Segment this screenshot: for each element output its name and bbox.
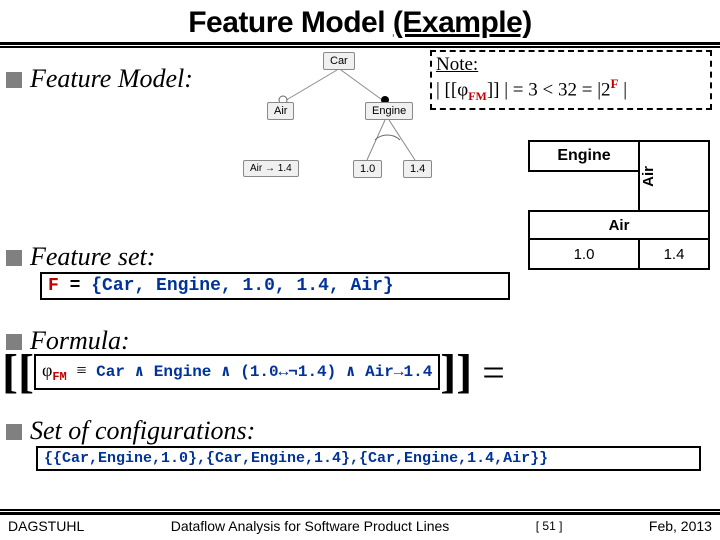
node-engine: Engine <box>365 102 413 120</box>
bracket-close: ]] <box>440 348 472 396</box>
node-constraint: Air → 1.4 <box>243 160 299 177</box>
title-main: Feature Model <box>188 6 393 39</box>
feature-set-box: F = {Car, Engine, 1.0, 1.4, Air} <box>40 272 510 300</box>
node-car: Car <box>323 52 355 70</box>
engine-air-table: Engine Air Air 1.0 1.4 <box>528 140 710 270</box>
bullet-icon <box>6 250 22 266</box>
node-air: Air <box>267 102 294 120</box>
bullet-feature-set: Feature set: <box>0 234 161 274</box>
configs-box: {{Car,Engine,1.0},{Car,Engine,1.4},{Car,… <box>36 446 701 471</box>
divider <box>0 509 720 511</box>
footer-center: Dataflow Analysis for Software Product L… <box>171 518 450 534</box>
footer-left: DAGSTUHL <box>8 518 84 534</box>
bullet-feature-model: Feature Model: <box>0 56 199 96</box>
note-heading: Note: <box>436 54 706 76</box>
formula-row: [[ φFM ≡ Car ∧ Engine ∧ (1.0↔¬1.4) ∧ Air… <box>2 352 505 396</box>
bracket-open: [[ <box>2 348 34 396</box>
feature-set-row: F = {Car, Engine, 1.0, 1.4, Air} <box>10 272 510 300</box>
bullet-text: Feature set: <box>30 242 155 272</box>
note-expression: | [[φFM]] | = 3 < 32 = |2F | <box>436 76 706 104</box>
footer: DAGSTUHL Dataflow Analysis for Software … <box>0 509 720 540</box>
note-box: Note: | [[φFM]] | = 3 < 32 = |2F | <box>430 50 712 110</box>
footer-right: Feb, 2013 <box>649 518 712 534</box>
divider <box>0 46 720 48</box>
slide-title: Feature Model (Example) <box>0 0 720 42</box>
bullet-icon <box>6 424 22 440</box>
configs-row: {{Car,Engine,1.0},{Car,Engine,1.4},{Car,… <box>6 446 701 471</box>
bullet-configs: Set of configurations: <box>0 408 261 448</box>
footer-page: [ 51 ] <box>536 519 563 533</box>
node-10: 1.0 <box>353 160 382 178</box>
node-14: 1.4 <box>403 160 432 178</box>
bullet-text: Feature Model: <box>30 64 193 94</box>
divider <box>0 42 720 45</box>
feature-diagram: Car Air Engine Air → 1.4 1.0 1.4 <box>255 52 435 197</box>
equals: = <box>482 349 505 396</box>
formula-box: φFM ≡ Car ∧ Engine ∧ (1.0↔¬1.4) ∧ Air→1.… <box>34 354 440 390</box>
bullet-text: Set of configurations: <box>30 416 255 446</box>
air-vertical: Air <box>639 141 709 211</box>
title-example: (Example) <box>393 6 532 39</box>
bullet-icon <box>6 72 22 88</box>
